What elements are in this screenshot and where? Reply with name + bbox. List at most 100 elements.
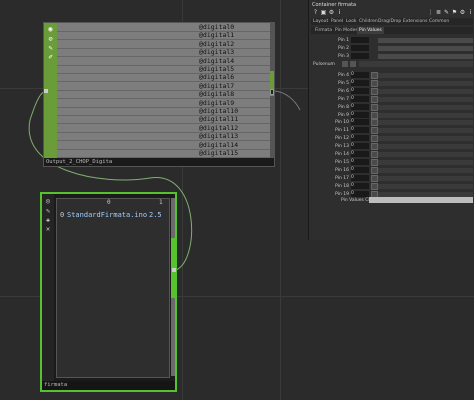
pin-value-slider[interactable] <box>378 159 473 165</box>
close-icon[interactable]: ✕ <box>44 225 52 233</box>
pin-value-field[interactable]: 0 <box>351 119 369 126</box>
bookmark-icon[interactable]: i <box>336 9 343 16</box>
pin-value-slider[interactable] <box>378 191 473 197</box>
channel-name: @digital10 <box>199 107 239 115</box>
pin-value-slider[interactable] <box>378 183 473 189</box>
output-connector[interactable] <box>270 89 274 95</box>
info-icon[interactable]: ▣ <box>320 9 327 16</box>
pin-checkbox[interactable] <box>371 72 378 79</box>
pin-value-slider[interactable] <box>378 88 473 94</box>
pin-value-slider[interactable] <box>378 136 473 142</box>
pin-value-field[interactable]: 0 <box>351 143 369 150</box>
pin-value-slider[interactable] <box>378 73 473 78</box>
pin-value-field[interactable] <box>351 45 369 51</box>
node-name-label[interactable]: firmata <box>42 381 175 390</box>
pin-value-field[interactable]: 0 <box>351 135 369 142</box>
pin-value-field[interactable] <box>351 37 369 43</box>
pin-value-slider[interactable] <box>378 112 473 118</box>
pin-value-slider[interactable] <box>378 144 473 150</box>
edit-icon[interactable]: ✎ <box>44 207 52 215</box>
pin-value-slider[interactable] <box>378 38 473 43</box>
pin-value-slider[interactable] <box>378 120 473 126</box>
pin-value-field[interactable]: 0 <box>351 111 369 118</box>
pin-checkbox[interactable] <box>371 143 378 151</box>
pin-checkbox[interactable] <box>371 111 378 119</box>
bypass-icon[interactable]: ⊘ <box>47 36 54 43</box>
gear-icon[interactable]: ⚙ <box>459 9 466 16</box>
pin-value-slider[interactable] <box>378 167 473 173</box>
viewer-toggle-icon[interactable]: ◉ <box>47 26 54 33</box>
tab-extensions[interactable]: Extensions <box>403 18 427 25</box>
pin-row: Pin 3 <box>311 53 473 60</box>
node-scrollbar[interactable] <box>171 198 175 376</box>
pin-value-field[interactable]: 0 <box>351 72 369 78</box>
wrench-icon[interactable]: ✚ <box>44 216 52 224</box>
pin-checkbox[interactable] <box>371 174 378 182</box>
pin-value-slider[interactable] <box>378 80 473 86</box>
node-name-label[interactable]: Output_2_CHOP_Digita <box>44 158 274 166</box>
pin-value-field[interactable]: 0 <box>351 158 369 165</box>
input-connector[interactable] <box>44 89 48 93</box>
pulse-toggle[interactable] <box>342 61 348 67</box>
pin-value-slider[interactable] <box>378 128 473 134</box>
pin-checkbox[interactable] <box>371 103 378 111</box>
tab-firmata[interactable]: Firmata <box>313 27 334 34</box>
tab-drag-drop[interactable]: Drag/Drop <box>378 18 401 25</box>
pin-values-chop-field[interactable] <box>369 197 473 203</box>
pin-checkbox[interactable] <box>371 79 378 87</box>
pin-value-slider[interactable] <box>378 175 473 181</box>
firmware-version-cell: 2.5 <box>149 211 162 219</box>
pin-value-field[interactable]: 0 <box>351 166 369 173</box>
pin-value-field[interactable] <box>351 53 369 59</box>
pin-value-field[interactable]: 0 <box>351 79 369 86</box>
pin-value-field[interactable]: 0 <box>351 174 369 181</box>
pin-value-field[interactable]: 0 <box>351 103 369 110</box>
pin-checkbox[interactable] <box>371 166 378 174</box>
dots-icon[interactable]: ⋮ <box>427 9 434 16</box>
tab-pin-modes[interactable]: Pin Modes <box>333 27 360 34</box>
settings-icon[interactable]: ⚙ <box>328 9 335 16</box>
firmata-node[interactable]: ◎ ✎ ✚ ✕ 0 1 0 StandardFirmata.ino 2.5 fi… <box>40 192 177 392</box>
pin-value-slider[interactable] <box>378 54 473 59</box>
pin-value-field[interactable]: 0 <box>351 127 369 134</box>
pin-checkbox[interactable] <box>371 127 378 135</box>
pin-row: Pin 1 <box>311 37 473 44</box>
pin-value-slider[interactable] <box>378 96 473 102</box>
tab-layout[interactable]: Layout <box>313 18 328 25</box>
tab-children[interactable]: Children <box>359 18 378 25</box>
output-connector[interactable] <box>172 268 176 272</box>
pin-checkbox[interactable] <box>371 182 378 190</box>
lock-icon[interactable]: ✎ <box>47 45 54 52</box>
tab-panel[interactable]: Panel <box>331 18 343 25</box>
pin-value-field[interactable]: 0 <box>351 190 369 197</box>
pin-value-slider[interactable] <box>378 152 473 157</box>
pulse-field[interactable] <box>359 61 473 67</box>
edit-icon[interactable]: ✐ <box>47 54 54 61</box>
pulse-button[interactable] <box>350 61 356 67</box>
pin-value-field[interactable]: 0 <box>351 95 369 102</box>
channel-name: @digital4 <box>199 56 235 65</box>
tab-look[interactable]: Look <box>346 18 357 25</box>
info-icon[interactable]: i <box>467 9 474 16</box>
viewer-toggle-icon[interactable]: ◎ <box>44 197 52 205</box>
pin-value-field[interactable]: 0 <box>351 87 369 94</box>
stack-icon[interactable]: ≣ <box>435 9 442 16</box>
tab-pin-values[interactable]: Pin Values <box>357 27 384 34</box>
pin-checkbox[interactable] <box>371 135 378 143</box>
pin-value-slider[interactable] <box>378 46 473 51</box>
pencil-icon[interactable]: ✎ <box>443 9 450 16</box>
pin-checkbox[interactable] <box>371 119 378 127</box>
pin-value-field[interactable]: 0 <box>351 182 369 189</box>
output-chop-node[interactable]: ◉ ⊘ ✎ ✐ @digital0 @digital1 @digital2 @digi… <box>43 22 275 167</box>
pin-value-field[interactable]: 0 <box>351 151 369 157</box>
pin-value-slider[interactable] <box>378 104 473 110</box>
pulse-label: Pulsenum <box>313 62 335 67</box>
tab-common[interactable]: Common <box>429 18 449 25</box>
help-icon[interactable]: ? <box>312 9 319 16</box>
pin-checkbox[interactable] <box>371 95 378 103</box>
pin-checkbox[interactable] <box>371 158 378 166</box>
bookmark-icon[interactable]: ⚑ <box>451 9 458 16</box>
pin-checkbox[interactable] <box>371 87 378 95</box>
pin-checkbox[interactable] <box>371 151 378 158</box>
pin-label: Pin 16 <box>335 167 349 173</box>
